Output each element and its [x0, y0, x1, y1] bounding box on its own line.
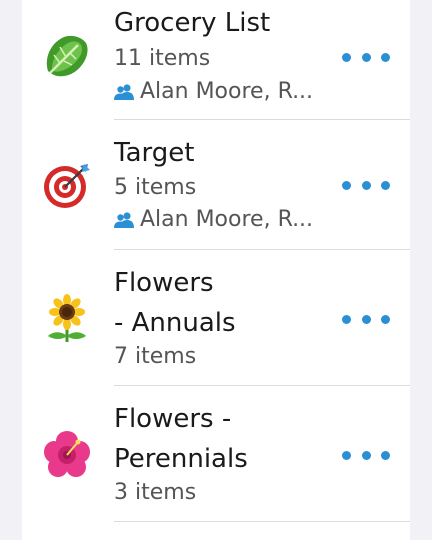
dot — [342, 180, 351, 190]
list-title: Target — [114, 138, 195, 168]
lists-card: Grocery List 11 items Alan Moore, R... T… — [22, 0, 410, 540]
divider — [114, 521, 410, 522]
list-title: Grocery List — [114, 8, 271, 38]
dot — [381, 180, 390, 190]
list-title-line-2: - Annuals — [114, 308, 236, 338]
item-count: 11 items — [114, 46, 211, 71]
people-icon — [114, 84, 134, 100]
dot — [361, 314, 371, 324]
more-options-button[interactable] — [342, 42, 390, 72]
item-count: 3 items — [114, 480, 197, 505]
dot — [361, 180, 371, 190]
more-options-button[interactable] — [342, 304, 390, 334]
dot — [381, 314, 390, 324]
list-item[interactable]: Target 5 items Alan Moore, R... — [22, 120, 410, 250]
dot — [381, 52, 390, 62]
shared-with-text: Alan Moore, R... — [140, 207, 314, 232]
more-options-button[interactable] — [342, 170, 390, 200]
more-options-button[interactable] — [342, 440, 390, 470]
sunflower-icon — [42, 294, 92, 344]
item-count: 7 items — [114, 344, 197, 369]
item-count: 5 items — [114, 175, 197, 200]
dot — [361, 52, 371, 62]
list-title-line-2: Perennials — [114, 444, 248, 474]
list-item[interactable]: Flowers - Annuals 7 items — [22, 250, 410, 386]
dot — [361, 450, 371, 460]
list-title-line-1: Flowers — [114, 268, 214, 298]
dot — [342, 52, 351, 62]
dot — [381, 450, 390, 460]
dot — [342, 450, 351, 460]
dot — [342, 314, 351, 324]
people-icon — [114, 212, 134, 228]
shared-with: Alan Moore, R... — [114, 206, 313, 234]
list-title-line-1: Flowers - — [114, 404, 232, 434]
shared-with-text: Alan Moore, R... — [140, 79, 314, 104]
lettuce-icon — [42, 31, 92, 81]
shared-with: Alan Moore, R... — [114, 78, 313, 106]
list-item[interactable]: Flowers - Perennials 3 items — [22, 386, 410, 522]
hibiscus-icon — [42, 430, 92, 480]
target-icon — [42, 160, 92, 210]
list-item[interactable]: Grocery List 11 items Alan Moore, R... — [22, 0, 410, 120]
